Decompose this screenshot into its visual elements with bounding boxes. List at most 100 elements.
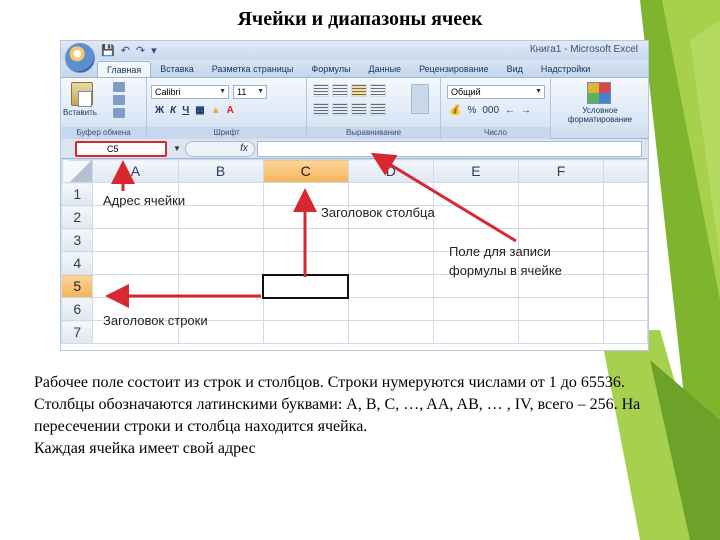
cell[interactable] bbox=[603, 182, 648, 206]
tab-formulas[interactable]: Формулы bbox=[302, 61, 359, 77]
format-painter-icon[interactable] bbox=[113, 108, 125, 118]
copy-icon[interactable] bbox=[113, 95, 125, 105]
cell[interactable] bbox=[177, 228, 264, 252]
cell[interactable] bbox=[603, 228, 648, 252]
cell[interactable] bbox=[432, 182, 519, 206]
cell[interactable] bbox=[177, 251, 264, 275]
font-color-icon[interactable]: A bbox=[227, 105, 234, 116]
cell[interactable] bbox=[517, 297, 605, 321]
cell[interactable] bbox=[347, 320, 434, 344]
cell[interactable] bbox=[262, 320, 349, 344]
row-header-7[interactable]: 7 bbox=[61, 320, 94, 344]
cell[interactable] bbox=[347, 251, 434, 275]
select-all-button[interactable] bbox=[61, 159, 94, 183]
name-box[interactable]: C5 bbox=[75, 140, 167, 157]
cell[interactable] bbox=[347, 182, 434, 206]
column-header-e[interactable]: E bbox=[432, 159, 519, 183]
column-header-d[interactable]: D bbox=[347, 159, 434, 183]
row-header-1[interactable]: 1 bbox=[61, 182, 94, 206]
tab-data[interactable]: Данные bbox=[360, 61, 411, 77]
column-header-c[interactable]: C bbox=[262, 159, 349, 183]
cell[interactable] bbox=[432, 205, 519, 229]
row-header-3[interactable]: 3 bbox=[61, 228, 94, 252]
borders-icon[interactable]: ▦ bbox=[195, 105, 204, 116]
font-name-select[interactable]: Calibri ▼ bbox=[151, 85, 229, 99]
cell[interactable] bbox=[92, 251, 179, 275]
column-header-b[interactable]: B bbox=[177, 159, 264, 183]
indent-icon[interactable] bbox=[370, 103, 386, 116]
wrap-merge-icon[interactable] bbox=[411, 84, 429, 114]
cell[interactable] bbox=[603, 251, 648, 275]
cell[interactable] bbox=[603, 297, 648, 321]
align-left-icon[interactable] bbox=[313, 103, 329, 116]
cell[interactable] bbox=[92, 274, 179, 298]
fill-color-icon[interactable]: ▲ bbox=[211, 105, 221, 116]
cell[interactable] bbox=[603, 274, 648, 298]
cell[interactable] bbox=[262, 251, 349, 275]
bold-icon[interactable]: Ж bbox=[155, 105, 164, 116]
column-header-f[interactable]: F bbox=[517, 159, 605, 183]
tab-insert[interactable]: Вставка bbox=[151, 61, 202, 77]
alignment-group: Выравнивание bbox=[307, 78, 441, 139]
cut-icon[interactable] bbox=[113, 82, 125, 92]
paste-button[interactable]: Вставить bbox=[63, 108, 97, 117]
cell[interactable] bbox=[517, 182, 605, 206]
column-header-a[interactable]: A bbox=[92, 159, 179, 183]
cell[interactable] bbox=[177, 182, 264, 206]
cell[interactable] bbox=[432, 320, 519, 344]
align-top-icon[interactable] bbox=[313, 84, 329, 97]
cell[interactable] bbox=[347, 228, 434, 252]
cell[interactable] bbox=[262, 297, 349, 321]
conditional-formatting-icon[interactable] bbox=[587, 82, 611, 104]
cell[interactable] bbox=[603, 205, 648, 229]
decimal-decrease-icon[interactable]: → bbox=[521, 105, 531, 116]
row-header-6[interactable]: 6 bbox=[61, 297, 94, 321]
conditional-formatting-label[interactable]: Условное форматирование bbox=[557, 106, 643, 124]
undo-icon[interactable]: ↶ bbox=[121, 44, 130, 57]
cell[interactable] bbox=[603, 320, 648, 344]
redo-icon[interactable]: ↷ bbox=[136, 44, 145, 57]
cell[interactable] bbox=[432, 297, 519, 321]
tab-view[interactable]: Вид bbox=[498, 61, 532, 77]
cell[interactable] bbox=[262, 182, 349, 206]
align-bottom-icon[interactable] bbox=[351, 84, 367, 97]
selected-cell-c5[interactable] bbox=[262, 273, 350, 299]
cell[interactable] bbox=[517, 320, 605, 344]
cell[interactable] bbox=[347, 297, 434, 321]
align-center-icon[interactable] bbox=[332, 103, 348, 116]
annotation-formula-field-line1: Поле для записи bbox=[449, 244, 551, 259]
customize-qat-icon[interactable]: ▾ bbox=[151, 44, 157, 57]
insert-function-button[interactable]: fx bbox=[184, 140, 255, 157]
office-button[interactable] bbox=[65, 43, 95, 73]
align-middle-icon[interactable] bbox=[332, 84, 348, 97]
font-name-value: Calibri bbox=[155, 87, 181, 97]
save-icon[interactable]: 💾 bbox=[101, 44, 115, 57]
cell[interactable] bbox=[177, 274, 264, 298]
percent-icon[interactable]: % bbox=[467, 105, 476, 116]
align-right-icon[interactable] bbox=[351, 103, 367, 116]
orientation-icon[interactable] bbox=[370, 84, 386, 97]
decimal-increase-icon[interactable]: ← bbox=[505, 105, 515, 116]
cell[interactable] bbox=[92, 228, 179, 252]
cell[interactable] bbox=[177, 205, 264, 229]
thousands-icon[interactable]: 000 bbox=[482, 105, 499, 116]
tab-home[interactable]: Главная bbox=[97, 61, 152, 77]
currency-icon[interactable]: 💰 bbox=[449, 105, 461, 116]
paste-icon[interactable] bbox=[71, 82, 93, 107]
cell[interactable] bbox=[347, 274, 434, 298]
underline-icon[interactable]: Ч bbox=[182, 105, 189, 116]
number-format-select[interactable]: Общий ▼ bbox=[447, 85, 545, 99]
chevron-down-icon[interactable]: ▼ bbox=[173, 144, 181, 153]
formula-input[interactable] bbox=[256, 140, 642, 157]
row-header-2[interactable]: 2 bbox=[61, 205, 94, 229]
row-header-5[interactable]: 5 bbox=[61, 274, 94, 298]
tab-page-layout[interactable]: Разметка страницы bbox=[203, 61, 303, 77]
cell[interactable] bbox=[262, 228, 349, 252]
column-header-g[interactable] bbox=[603, 159, 648, 183]
row-header-4[interactable]: 4 bbox=[61, 251, 94, 275]
cell[interactable] bbox=[517, 205, 605, 229]
tab-review[interactable]: Рецензирование bbox=[410, 61, 498, 77]
tab-addins[interactable]: Надстройки bbox=[532, 61, 599, 77]
italic-icon[interactable]: К bbox=[170, 105, 176, 116]
font-size-select[interactable]: 11 ▼ bbox=[233, 85, 267, 99]
